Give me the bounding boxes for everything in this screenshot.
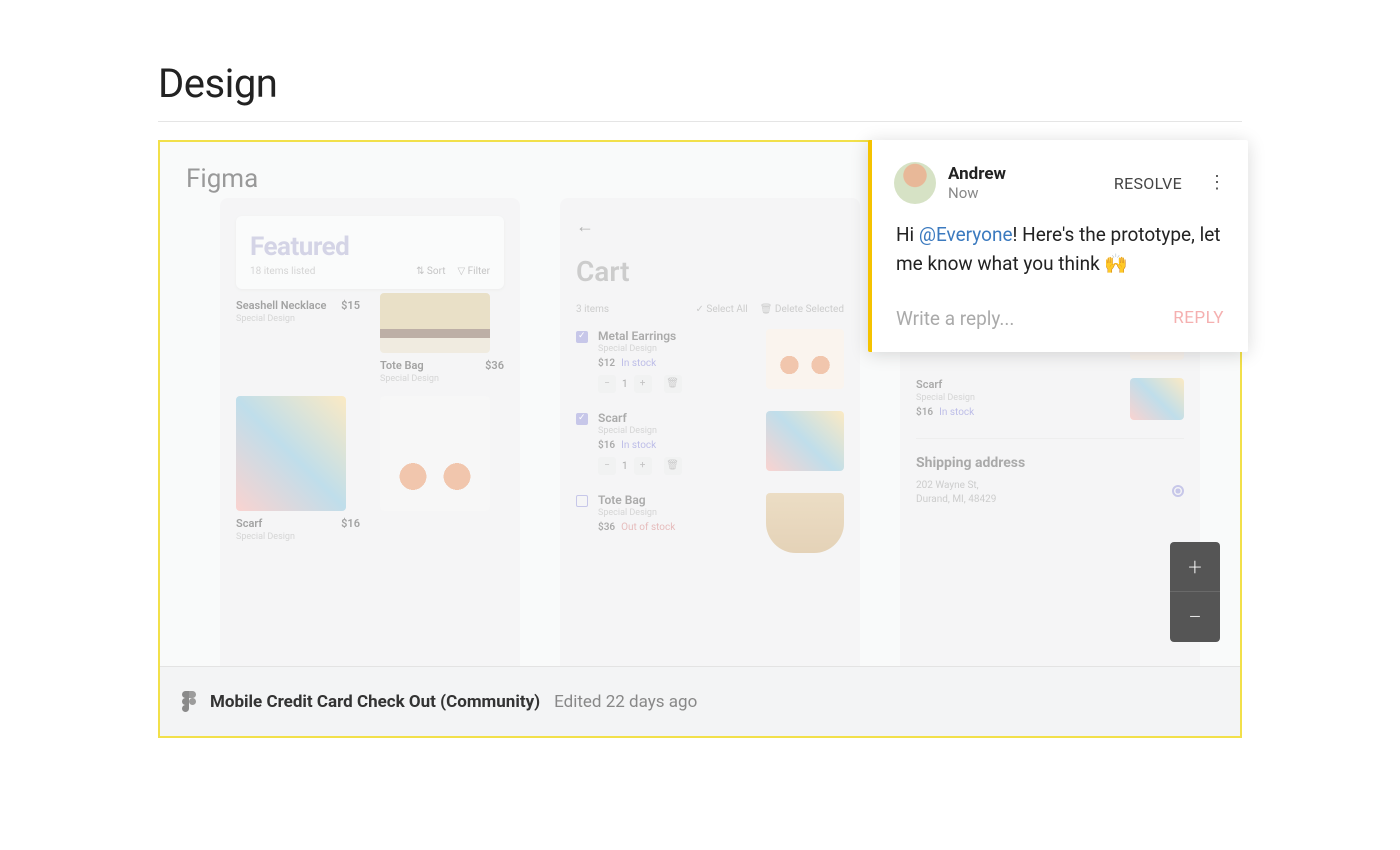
emoji-icon: 🙌: [1104, 252, 1128, 275]
cart-item-thumb: [766, 411, 844, 471]
cart-item-sub: Special Design: [598, 508, 756, 518]
cart-item-price: $36: [598, 522, 615, 533]
figma-label: Figma: [186, 164, 258, 194]
zoom-controls: + −: [1170, 542, 1220, 642]
cart-item-sub: Special Design: [598, 426, 756, 436]
select-all[interactable]: ✓ Select All: [696, 304, 748, 315]
cart-item-thumb: [766, 493, 844, 553]
featured-title: Featured: [250, 232, 490, 262]
back-icon[interactable]: ←: [576, 216, 844, 237]
reply-input[interactable]: Write a reply...: [896, 307, 1014, 330]
checkbox-icon[interactable]: [576, 331, 588, 343]
qty-minus[interactable]: −: [598, 375, 616, 393]
shipping-title: Shipping address: [916, 455, 1184, 471]
qty-plus[interactable]: +: [634, 375, 652, 393]
shipping-section: Shipping address 202 Wayne St, Durand, M…: [916, 438, 1184, 507]
comment-author: Andrew: [948, 164, 1102, 184]
shipping-address: 202 Wayne St, Durand, MI, 48429: [916, 479, 1184, 507]
stock-label: Out of stock: [621, 522, 675, 533]
cart-count: 3 items: [576, 304, 609, 315]
mention[interactable]: @Everyone: [919, 223, 1013, 246]
screen-cart: ← Cart 3 items ✓ Select All 🗑 Delete Sel…: [560, 198, 860, 666]
delete-selected[interactable]: 🗑 Delete Selected: [760, 304, 844, 315]
product-earrings: [380, 396, 504, 542]
filter-action[interactable]: ▽ Filter: [457, 266, 490, 277]
checkbox-icon[interactable]: [576, 495, 588, 507]
cart-item: Metal Earrings Special Design $12 In stoc…: [576, 329, 844, 393]
figma-icon: [182, 691, 196, 712]
cart-item-sub: Special Design: [598, 344, 756, 354]
avatar: [894, 162, 936, 204]
cart-item-thumb: [766, 329, 844, 389]
more-icon[interactable]: ⋮: [1208, 174, 1226, 192]
qty-minus[interactable]: −: [598, 457, 616, 475]
product-tote: Tote Bag$36 Special Design: [380, 299, 504, 384]
cart-title: Cart: [576, 255, 844, 288]
qty-plus[interactable]: +: [634, 457, 652, 475]
checkbox-icon[interactable]: [576, 413, 588, 425]
list-item: Scarf Special Design $16In stock: [916, 378, 1184, 420]
cart-item-name: Metal Earrings: [598, 329, 756, 343]
cart-item-price: $16: [598, 440, 615, 451]
cart-item-name: Scarf: [598, 411, 756, 425]
qty-value: 1: [622, 461, 628, 472]
product-seashell: Seashell Necklace$15 Special Design: [236, 299, 360, 384]
cart-item: Scarf Special Design $16 In stock −1 + 🗑: [576, 411, 844, 475]
comment-card: Andrew Now RESOLVE ⋮ Hi @Everyone! Here'…: [868, 140, 1248, 352]
trash-icon[interactable]: 🗑: [664, 457, 682, 475]
cart-item-name: Tote Bag: [598, 493, 756, 507]
trash-icon[interactable]: 🗑: [664, 375, 682, 393]
qty-value: 1: [622, 379, 628, 390]
comment-time: Now: [948, 184, 1102, 202]
zoom-out-button[interactable]: −: [1170, 592, 1220, 642]
cart-item-price: $12: [598, 358, 615, 369]
screen-featured: Featured 18 items listed ⇅ Sort ▽ Filter…: [220, 198, 520, 666]
file-edited: Edited 22 days ago: [554, 692, 697, 712]
file-footer: Mobile Credit Card Check Out (Community)…: [160, 666, 1240, 736]
page-title: Design: [158, 60, 1242, 122]
zoom-in-button[interactable]: +: [1170, 542, 1220, 592]
file-name[interactable]: Mobile Credit Card Check Out (Community): [210, 692, 540, 712]
featured-header: Featured 18 items listed ⇅ Sort ▽ Filter: [236, 216, 504, 289]
stock-label: In stock: [621, 440, 656, 451]
radio-icon[interactable]: [1172, 485, 1184, 497]
stock-label: In stock: [621, 358, 656, 369]
sort-action[interactable]: ⇅ Sort: [416, 266, 445, 277]
comment-body: Hi @Everyone! Here's the prototype, let …: [872, 216, 1248, 297]
product-scarf: Scarf$16 Special Design: [236, 396, 360, 542]
reply-button[interactable]: REPLY: [1173, 308, 1224, 328]
resolve-button[interactable]: RESOLVE: [1114, 174, 1182, 193]
item-thumb: [1130, 378, 1184, 420]
cart-item: Tote Bag Special Design $36 Out of stock: [576, 493, 844, 553]
